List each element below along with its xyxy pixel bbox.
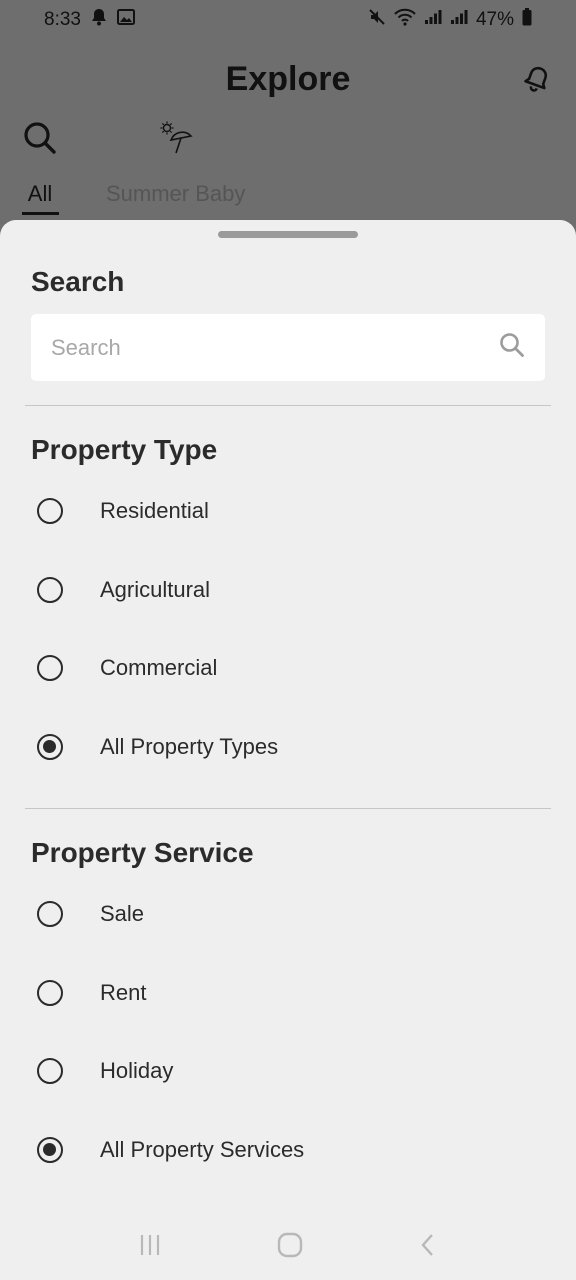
divider bbox=[25, 808, 551, 809]
property-type-title: Property Type bbox=[31, 434, 218, 465]
signal-icon bbox=[424, 9, 442, 31]
radio-option-residential[interactable]: Residential bbox=[25, 481, 551, 541]
wifi-icon bbox=[394, 8, 416, 32]
property-service-title: Property Service bbox=[31, 837, 254, 868]
back-icon[interactable] bbox=[417, 1232, 439, 1263]
search-section-title: Search bbox=[31, 266, 125, 297]
mute-icon bbox=[368, 8, 386, 32]
signal-icon bbox=[450, 9, 468, 31]
radio-button[interactable] bbox=[37, 980, 63, 1006]
radio-label: Rent bbox=[100, 980, 147, 1005]
radio-label: Commercial bbox=[100, 655, 218, 680]
category-tab-all[interactable]: All bbox=[22, 120, 58, 207]
radio-option-commercial[interactable]: Commercial bbox=[25, 638, 551, 698]
radio-button[interactable] bbox=[37, 901, 63, 927]
radio-option-sale[interactable]: Sale bbox=[25, 884, 551, 944]
radio-option-all-property-types[interactable]: All Property Types bbox=[25, 717, 551, 777]
status-left: 8:33 bbox=[44, 8, 135, 32]
radio-option-agricultural[interactable]: Agricultural bbox=[25, 560, 551, 620]
radio-button[interactable] bbox=[37, 498, 63, 524]
app-header: Explore bbox=[0, 52, 576, 112]
category-tab-summer-baby[interactable]: Summer Baby bbox=[106, 120, 245, 207]
image-icon bbox=[116, 9, 135, 31]
notification-bell-icon[interactable] bbox=[522, 64, 552, 99]
home-icon[interactable] bbox=[276, 1231, 304, 1264]
radio-label: Residential bbox=[100, 498, 209, 523]
radio-label: Agricultural bbox=[100, 577, 211, 602]
radio-label: Holiday bbox=[100, 1058, 174, 1083]
radio-label: Sale bbox=[100, 901, 145, 926]
radio-button[interactable] bbox=[37, 577, 63, 603]
page-title: Explore bbox=[225, 60, 351, 98]
divider bbox=[25, 405, 551, 406]
category-label: Summer Baby bbox=[106, 181, 246, 206]
filter-bottom-sheet: Search Property Type Residential Agricul… bbox=[0, 220, 576, 1280]
radio-label: All Property Types bbox=[100, 734, 279, 759]
radio-option-rent[interactable]: Rent bbox=[25, 963, 551, 1023]
active-tab-indicator bbox=[22, 212, 59, 215]
search-input[interactable] bbox=[51, 334, 471, 361]
recent-apps-icon[interactable] bbox=[137, 1232, 163, 1263]
status-right: 47% bbox=[368, 8, 532, 32]
search-box bbox=[31, 314, 545, 381]
category-tabs: All Summer Baby bbox=[0, 120, 576, 220]
radio-button-selected[interactable] bbox=[37, 1137, 63, 1163]
radio-button[interactable] bbox=[37, 655, 63, 681]
search-icon[interactable] bbox=[499, 332, 525, 363]
search-icon bbox=[22, 120, 58, 161]
status-bar: 8:33 47% bbox=[0, 0, 576, 40]
radio-option-all-property-services[interactable]: All Property Services bbox=[25, 1120, 551, 1180]
system-nav-bar bbox=[0, 1214, 576, 1280]
radio-option-holiday[interactable]: Holiday bbox=[25, 1041, 551, 1101]
radio-button-selected[interactable] bbox=[37, 734, 63, 760]
radio-button[interactable] bbox=[37, 1058, 63, 1084]
status-time: 8:33 bbox=[44, 9, 81, 30]
radio-label: All Property Services bbox=[100, 1137, 305, 1162]
bell-icon bbox=[91, 8, 107, 32]
battery-percent: 47% bbox=[475, 9, 514, 30]
battery-icon bbox=[522, 8, 532, 32]
category-label: All bbox=[27, 181, 53, 206]
drag-handle[interactable] bbox=[218, 231, 358, 238]
beach-umbrella-icon bbox=[158, 120, 194, 161]
